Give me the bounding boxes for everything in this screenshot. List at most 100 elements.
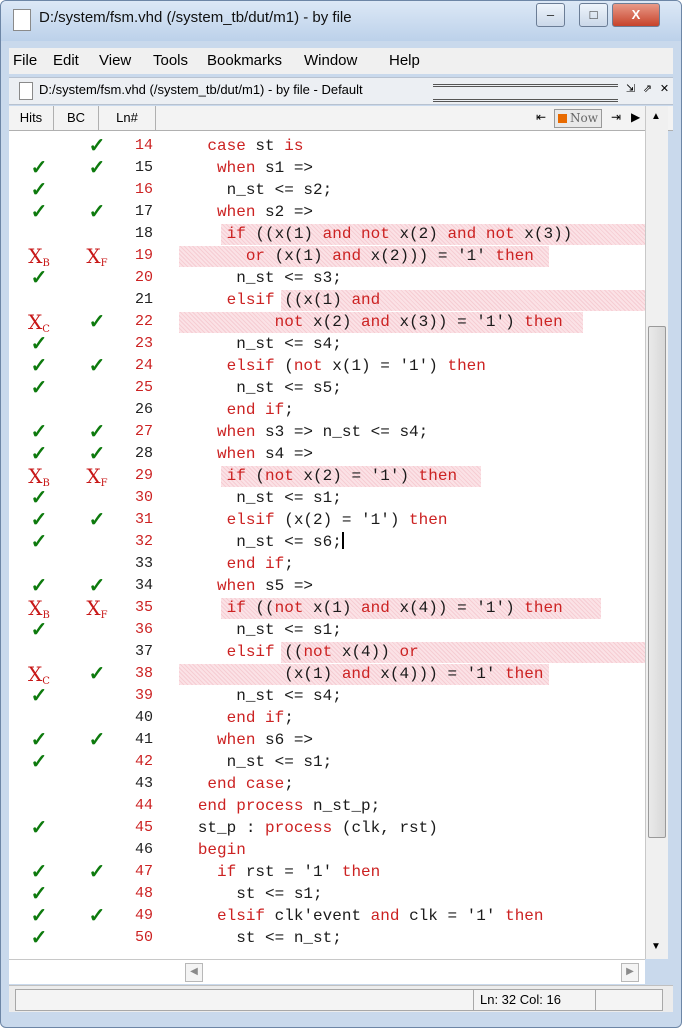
code-text: n_st <= s2; <box>169 181 333 199</box>
coverage-empty <box>19 795 59 817</box>
line-number: 33 <box>134 555 153 572</box>
scroll-thumb[interactable] <box>648 326 666 838</box>
code-line[interactable]: ✓ ✓ 17 when s2 => <box>9 201 645 223</box>
minimize-button[interactable]: – <box>536 3 565 27</box>
code-line[interactable]: 33 end if; <box>9 553 645 575</box>
code-text: n_st <= s1; <box>169 621 342 639</box>
back-icon[interactable]: ⇤ <box>536 109 546 126</box>
scroll-left-icon[interactable]: ◀ <box>185 963 203 982</box>
column-bc[interactable]: BC <box>54 106 99 130</box>
code-text: when s3 => n_st <= s4; <box>217 423 429 441</box>
coverage-empty <box>19 553 59 575</box>
code-text: if (not x(2) = '1') then <box>226 467 458 485</box>
close-doc-button[interactable]: ✕ <box>657 82 672 97</box>
line-number: 43 <box>134 775 153 792</box>
close-button[interactable]: X <box>612 3 660 27</box>
dock-button[interactable]: ⇗ <box>640 82 655 97</box>
vertical-scrollbar[interactable]: ▲ ▼ <box>645 106 668 959</box>
code-line[interactable]: ✓ 39 n_st <= s4; <box>9 685 645 707</box>
menu-file[interactable]: File <box>13 52 37 69</box>
maximize-button[interactable]: □ <box>579 3 608 27</box>
code-line[interactable]: ✓ ✓ 47 if rst = '1' then <box>9 861 645 883</box>
code-line[interactable]: XB XF 19 or (x(1) and x(2))) = '1' then <box>9 245 645 269</box>
code-line[interactable]: XB XF 29 if (not x(2) = '1') then <box>9 465 645 489</box>
code-line[interactable]: ✓ 25 n_st <= s5; <box>9 377 645 399</box>
code-line[interactable]: ✓ 16 n_st <= s2; <box>9 179 645 201</box>
code-line[interactable]: ✓ 20 n_st <= s3; <box>9 267 645 289</box>
now-button[interactable]: Now <box>554 109 602 128</box>
code-line[interactable]: ✓ 30 n_st <= s1; <box>9 487 645 509</box>
document-icon <box>19 82 33 100</box>
code-text: if rst = '1' then <box>217 863 381 881</box>
menu-edit[interactable]: Edit <box>53 52 79 69</box>
menu-tools[interactable]: Tools <box>153 52 188 69</box>
code-line[interactable]: ✓ 32 n_st <= s6; <box>9 531 645 553</box>
coverage-empty <box>77 817 117 839</box>
column-ln[interactable]: Ln# <box>99 106 156 130</box>
code-line[interactable]: ✓ ✓ 49 elsif clk'event and clk = '1' then <box>9 905 645 927</box>
drag-handle[interactable] <box>433 84 618 102</box>
line-number: 21 <box>134 291 153 308</box>
coverage-miss-icon: XC <box>28 662 50 687</box>
column-hits[interactable]: Hits <box>9 106 54 130</box>
scroll-up-icon[interactable]: ▲ <box>648 108 664 126</box>
code-text: when s1 => <box>217 159 314 177</box>
code-line[interactable]: ✓ 14 case st is <box>9 135 645 157</box>
menu-view[interactable]: View <box>99 52 131 69</box>
code-line[interactable]: ✓ ✓ 27 when s3 => n_st <= s4; <box>9 421 645 443</box>
coverage-check-icon: ✓ <box>88 509 106 531</box>
code-line[interactable]: 44 end process n_st_p; <box>9 795 645 817</box>
source-code-pane[interactable]: ✓ 14 case st is ✓ ✓ 15 when s1 => ✓ 16 n_st <=… <box>9 131 645 959</box>
code-line[interactable]: ✓ 50 st <= n_st; <box>9 927 645 949</box>
code-line[interactable]: ✓ ✓ 41 when s6 => <box>9 729 645 751</box>
code-line[interactable]: 40 end if; <box>9 707 645 729</box>
coverage-check-icon: ✓ <box>30 201 48 223</box>
code-line[interactable]: 26 end if; <box>9 399 645 421</box>
coverage-empty <box>77 333 117 355</box>
code-line[interactable]: ✓ ✓ 15 when s1 => <box>9 157 645 179</box>
scroll-right-icon[interactable]: ▶ <box>621 963 639 982</box>
coverage-check-icon: ✓ <box>30 179 48 201</box>
code-line[interactable]: 46 begin <box>9 839 645 861</box>
coverage-empty <box>77 487 117 509</box>
code-line[interactable]: ✓ 48 st <= s1; <box>9 883 645 905</box>
coverage-check-icon: ✓ <box>30 421 48 443</box>
code-line[interactable]: 21 elsif ((x(1) and <box>9 289 645 311</box>
code-line[interactable]: 37 elsif ((not x(4)) or <box>9 641 645 663</box>
coverage-empty <box>77 751 117 773</box>
menu-help[interactable]: Help <box>389 52 420 69</box>
code-line[interactable]: ✓ ✓ 34 when s5 => <box>9 575 645 597</box>
coverage-check-icon: ✓ <box>30 509 48 531</box>
code-line[interactable]: XC ✓ 38 (x(1) and x(4))) = '1' then <box>9 662 645 687</box>
code-line[interactable]: ✓ 36 n_st <= s1; <box>9 619 645 641</box>
coverage-check-icon: ✓ <box>88 729 106 751</box>
coverage-check-icon: ✓ <box>30 751 48 773</box>
code-line[interactable]: ✓ ✓ 28 when s4 => <box>9 443 645 465</box>
code-line[interactable]: ✓ ✓ 24 elsif (not x(1) = '1') then <box>9 355 645 377</box>
line-number: 35 <box>134 599 153 616</box>
coverage-empty <box>19 707 59 729</box>
coverage-empty <box>77 839 117 861</box>
code-line[interactable]: XC ✓ 22 not x(2) and x(3)) = '1') then <box>9 311 645 335</box>
undock-button[interactable]: ⇲ <box>623 82 638 97</box>
coverage-empty <box>77 531 117 553</box>
expand-arrow-icon[interactable]: ▶ <box>631 109 640 126</box>
code-line[interactable]: ✓ 23 n_st <= s4; <box>9 333 645 355</box>
code-line[interactable]: ✓ 45 st_p : process (clk, rst) <box>9 817 645 839</box>
forward-icon[interactable]: ⇥ <box>611 109 621 126</box>
title-bar[interactable]: D:/system/fsm.vhd (/system_tb/dut/m1) - … <box>1 1 681 41</box>
horizontal-scrollbar[interactable]: ◀ ▶ <box>9 959 645 984</box>
code-line[interactable]: 18 if ((x(1) and not x(2) and not x(3)) <box>9 223 645 245</box>
menu-bookmarks[interactable]: Bookmarks <box>207 52 282 69</box>
coverage-empty <box>77 883 117 905</box>
code-line[interactable]: ✓ 42 n_st <= s1; <box>9 751 645 773</box>
code-line[interactable]: ✓ ✓ 31 elsif (x(2) = '1') then <box>9 509 645 531</box>
code-line[interactable]: 43 end case; <box>9 773 645 795</box>
code-text: st <= s1; <box>169 885 323 903</box>
code-line[interactable]: XB XF 35 if ((not x(1) and x(4)) = '1') th… <box>9 597 645 621</box>
code-text: when s6 => <box>217 731 314 749</box>
line-number: 31 <box>134 511 153 528</box>
coverage-empty <box>19 839 59 861</box>
menu-window[interactable]: Window <box>304 52 357 69</box>
scroll-down-icon[interactable]: ▼ <box>648 938 664 956</box>
